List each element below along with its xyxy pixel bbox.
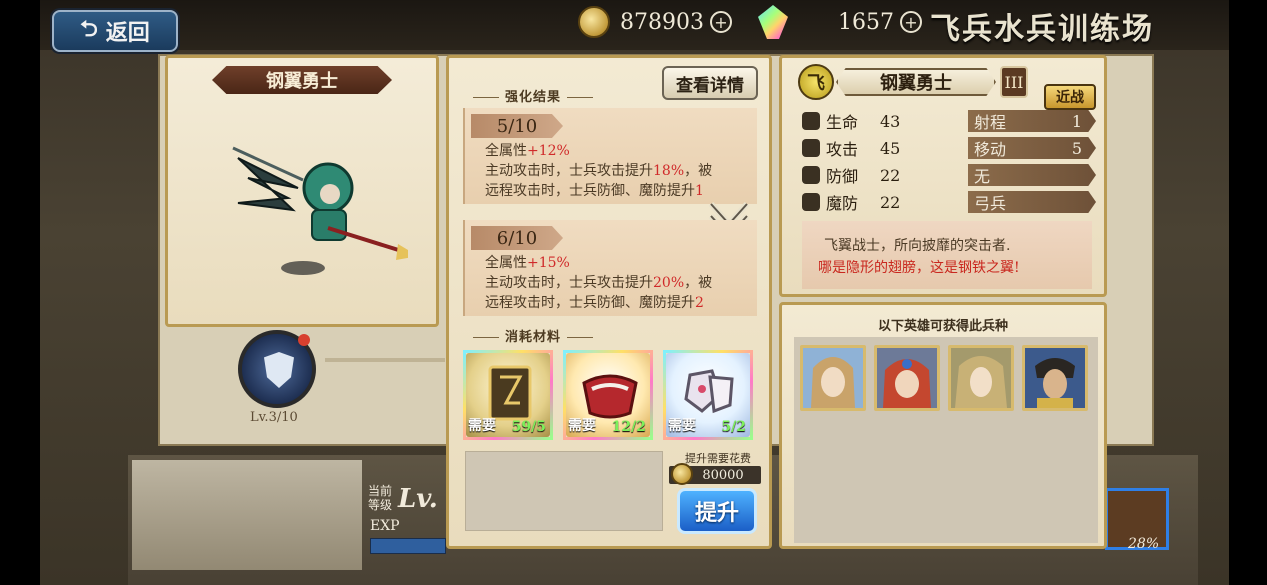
shield-icon [802,166,820,184]
add-gems-icon[interactable]: + [900,11,922,33]
gold-amount: 878903 [620,9,704,35]
counter-icon: 克 [944,166,962,184]
magic-shield-icon [802,193,820,211]
description-line-2: 哪是隐形的翅膀，这是钢铁之翼! [818,260,1020,276]
melee-type-tag: 近战 [1044,84,1096,110]
upgrade-button[interactable]: 提升 [677,488,757,534]
gold-coin-icon [578,6,610,38]
eligible-heroes-panel: 以下英雄可获得此兵种 [779,302,1107,549]
unit-rank-badge: III [1000,66,1028,98]
lower-percent: 28% [1128,536,1160,552]
enhance-attack-line: 主动攻击时，士兵攻击提升20%，被 [485,275,713,291]
back-arrow-icon: ⮌ [80,16,98,42]
stat-attack: 攻击 45 [802,137,900,159]
hero-portrait[interactable] [874,345,940,411]
current-level-label: 当前 等级 [368,484,393,512]
stat-magic-defense: 魔防 22 [802,191,900,213]
level-divider [325,358,445,362]
heroes-list [794,337,1098,543]
add-gold-icon[interactable]: + [709,11,732,33]
unit-level-text: Lv.3/10 [250,410,298,425]
tome-icon [488,365,532,421]
shield-icon [264,352,294,388]
unit-name-plate: 钢翼勇士 [212,66,392,94]
material-need-label: 需要 [668,418,696,434]
stat-range: ⊕ 射程 1 [968,110,1096,132]
gem-amount: 1657 [838,9,894,35]
exp-label: EXP [370,518,400,534]
weakness-icon: 弱 [944,193,962,211]
material-slot-armguard[interactable]: 需要 12/2 [563,350,653,440]
unit-portrait-card: 钢翼勇士 [165,55,439,327]
material-need-label: 需要 [568,418,596,434]
stat-counters: 克 无 [968,164,1096,186]
stat-defense: 防御 22 [802,164,900,186]
boot-icon: ▟ [944,139,962,157]
letterbox-right [1229,0,1267,585]
letterbox-left [0,0,40,585]
enhance-attack-line: 主动攻击时，士兵攻击提升18%，被 [485,163,713,179]
material-slot-tome[interactable]: 需要 59/5 [463,350,553,440]
enhance-level-tag: 5/10 [471,114,563,138]
enhance-panel: 强化结果 查看详情 5/10 全属性+12% 主动攻击时，士兵攻击提升18%，被… [446,55,772,549]
sword-icon [802,139,820,157]
back-button[interactable]: ⮌ 返回 [52,10,178,52]
materials-section-title: 消耗材料 [467,326,599,345]
material-need-label: 需要 [468,418,496,434]
view-details-button[interactable]: 查看详情 [662,66,758,100]
material-count: 59/5 [511,419,546,435]
flying-class-icon: 飞 [798,64,834,100]
empty-material-slot [465,451,663,531]
material-slot-gauntlet[interactable]: 需要 5/2 [663,350,753,440]
enhance-level-tag: 6/10 [471,226,563,250]
hero-portrait[interactable] [948,345,1014,411]
gem-icon [758,5,788,39]
heroes-section-title: 以下英雄可获得此兵种 [877,319,1008,334]
unit-description: 飞翼战士，所向披靡的突击者. 哪是隐形的翅膀，这是钢铁之翼! [802,221,1092,289]
heart-icon [802,112,820,130]
game-screen: ⮌ 返回 878903 + 1657 + 飞兵水兵训练场 当前 等级 Lv. E… [0,0,1267,585]
back-label: 返回 [105,20,150,46]
hero-portrait[interactable] [1022,345,1088,411]
hero-portrait[interactable] [800,345,866,411]
enhance-all-attr: 全属性+15% [485,255,570,271]
exp-bar [370,538,446,554]
lower-scene-image [132,460,362,570]
stat-hp: 生命 43 [802,110,900,132]
enhance-all-attr: 全属性+12% [485,143,570,159]
gold-coin-icon [671,463,693,485]
unit-name-plate: 钢翼勇士 [836,68,996,96]
gold-counter: 878903 + [578,6,732,38]
unit-level-emblem[interactable] [238,330,316,408]
stat-weakness: 弱 弓兵 [968,191,1096,213]
stat-movement: ▟ 移动 5 [968,137,1096,159]
winged-knight-sprite [232,146,408,275]
page-title: 飞兵水兵训练场 [930,12,1154,47]
enhance-level-card: 6/10 全属性+15% 主动攻击时，士兵攻击提升20%，被 远程攻击时，士兵防… [463,220,757,316]
description-line-1: 飞翼战士，所向披靡的突击者. [824,238,1011,254]
armguard-icon [582,374,638,419]
gem-counter: 1657 + [758,5,922,39]
crosshair-icon: ⊕ [944,112,962,130]
material-count: 5/2 [721,419,746,435]
unit-stats-panel: 飞 钢翼勇士 III 近战 生命 43 攻击 45 防御 22 魔防 22 ⊕ … [779,55,1107,297]
enhance-level-card: 5/10 全属性+12% 主动攻击时，士兵攻击提升18%，被 远程攻击时，士兵防… [463,108,757,204]
upgrade-cost-label: 提升需要花费 [685,452,751,465]
enhance-defense-line: 远程攻击时，士兵防御、魔防提升2 [485,295,704,311]
enhance-section-title: 强化结果 [467,86,599,105]
current-level-prefix: Lv. [398,484,438,514]
enhance-defense-line: 远程攻击时，士兵防御、魔防提升1 [485,183,704,199]
material-count: 12/2 [611,419,646,435]
